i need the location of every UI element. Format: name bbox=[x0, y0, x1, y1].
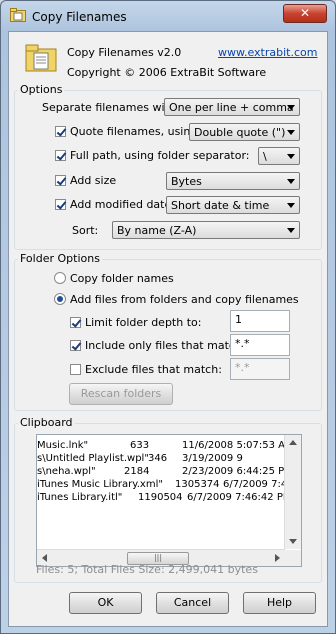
exclude-label: Exclude files that match: bbox=[85, 363, 222, 376]
close-button[interactable]: ✕ bbox=[283, 4, 327, 23]
cancel-button[interactable]: Cancel bbox=[156, 592, 229, 614]
list-item: iTunes Library.itl" 1190504 6/7/2009 7:4… bbox=[37, 492, 291, 504]
dialog-body: Copy Filenames v2.0 www.extrabit.com Cop… bbox=[8, 31, 328, 627]
options-group-label: Options bbox=[18, 83, 65, 96]
sort-select[interactable]: By name (Z-A) bbox=[112, 221, 300, 239]
file-date: 11/6/2008 5:07:53 AM bbox=[182, 440, 294, 451]
app-icon bbox=[10, 8, 26, 22]
title-bar[interactable]: Copy Filenames ✕ bbox=[1, 1, 335, 31]
file-date: 6/7/2009 7:4 bbox=[223, 479, 288, 490]
folder-options-group-label: Folder Options bbox=[18, 252, 102, 265]
list-item: Music.lnk" 633 11/6/2008 5:07:53 AM bbox=[37, 440, 294, 452]
folder-depth-input[interactable]: 1 bbox=[230, 310, 290, 332]
file-name: s\Untitled Playlist.wpl" bbox=[37, 453, 149, 464]
add-files-label: Add files from folders and copy filename… bbox=[70, 293, 299, 306]
date-format-select[interactable]: Short date & time bbox=[166, 196, 300, 214]
addsize-checkbox[interactable] bbox=[55, 175, 66, 186]
include-checkbox[interactable] bbox=[70, 340, 81, 351]
list-item: s\Untitled Playlist.wpl" 346 3/19/2009 9 bbox=[37, 453, 285, 465]
chevron-down-icon bbox=[287, 179, 295, 184]
file-size: 633 bbox=[130, 440, 150, 451]
file-date: 3/19/2009 9 bbox=[182, 453, 243, 464]
add-files-radio[interactable] bbox=[54, 293, 66, 305]
chevron-down-icon bbox=[287, 105, 295, 110]
fullpath-checkbox[interactable] bbox=[55, 150, 66, 161]
separate-label: Separate filenames with: bbox=[42, 101, 180, 114]
rescan-folders-button[interactable]: Rescan folders bbox=[69, 383, 173, 405]
file-date: 6/7/2009 7:46:42 PM bbox=[187, 492, 292, 503]
include-pattern-input[interactable]: *.* bbox=[230, 334, 290, 356]
quote-label: Quote filenames, using: bbox=[70, 125, 202, 138]
scroll-up-icon[interactable] bbox=[289, 440, 297, 445]
addsize-label: Add size bbox=[70, 174, 117, 187]
fullpath-label: Full path, using folder separator: bbox=[70, 149, 250, 162]
file-size: 346 bbox=[148, 453, 168, 464]
clipboard-list[interactable]: Music.lnk" 633 11/6/2008 5:07:53 AM s\Un… bbox=[36, 434, 302, 567]
copyright-text: Copyright © 2006 ExtraBit Software bbox=[67, 66, 267, 79]
separator-select[interactable]: One per line + comma bbox=[164, 98, 300, 116]
file-size: 1190504 bbox=[138, 492, 183, 503]
file-name: Music.lnk" bbox=[37, 440, 89, 451]
copy-folder-names-radio[interactable] bbox=[54, 272, 66, 284]
sort-label: Sort: bbox=[72, 224, 99, 237]
folder-icon bbox=[25, 44, 57, 72]
scroll-down-icon[interactable] bbox=[289, 539, 297, 544]
quote-select[interactable]: Double quote (") bbox=[189, 123, 300, 141]
ok-button[interactable]: OK bbox=[69, 592, 142, 614]
product-name: Copy Filenames v2.0 bbox=[67, 46, 182, 59]
file-name: iTunes Music Library.xml" bbox=[37, 479, 163, 490]
scroll-corner bbox=[285, 550, 301, 566]
quote-checkbox[interactable] bbox=[55, 126, 66, 137]
date-format-value: Short date & time bbox=[171, 199, 270, 212]
list-item: s\neha.wpl" 2184 2/23/2009 6:44:25 PM bbox=[37, 466, 293, 478]
vertical-scrollbar[interactable] bbox=[284, 435, 301, 549]
website-link[interactable]: www.extrabit.com bbox=[218, 46, 317, 59]
file-name: s\neha.wpl" bbox=[37, 466, 96, 477]
quote-select-value: Double quote (") bbox=[194, 126, 286, 139]
file-size: 2184 bbox=[124, 466, 150, 477]
scroll-right-icon[interactable] bbox=[275, 554, 280, 562]
exclude-pattern-input[interactable]: *.* bbox=[230, 358, 290, 380]
scroll-left-icon[interactable] bbox=[42, 554, 47, 562]
chevron-down-icon bbox=[287, 203, 295, 208]
file-name: iTunes Library.itl" bbox=[37, 492, 123, 503]
chevron-down-icon bbox=[287, 130, 295, 135]
limit-depth-checkbox[interactable] bbox=[70, 317, 81, 328]
clipboard-summary: Files: 5; Total Files Size: 2,499,041 by… bbox=[36, 563, 258, 576]
include-label: Include only files that match: bbox=[85, 339, 246, 352]
chevron-down-icon bbox=[287, 228, 295, 233]
separator-select-value: One per line + comma bbox=[169, 101, 294, 114]
size-unit-value: Bytes bbox=[171, 175, 202, 188]
addmod-checkbox[interactable] bbox=[55, 199, 66, 210]
chevron-down-icon bbox=[287, 154, 295, 159]
folder-separator-select[interactable]: \ bbox=[258, 147, 300, 165]
size-unit-select[interactable]: Bytes bbox=[166, 172, 300, 190]
limit-depth-label: Limit folder depth to: bbox=[85, 316, 202, 329]
help-button[interactable]: Help bbox=[243, 592, 316, 614]
folder-separator-value: \ bbox=[263, 150, 267, 163]
file-date: 2/23/2009 6:44:25 PM bbox=[182, 466, 293, 477]
clipboard-group-label: Clipboard bbox=[18, 416, 75, 429]
copy-filenames-window: Copy Filenames ✕ Copy Filenames v2.0 www… bbox=[0, 0, 336, 634]
exclude-checkbox[interactable] bbox=[70, 364, 81, 375]
window-title: Copy Filenames bbox=[32, 10, 127, 24]
copy-folder-names-label: Copy folder names bbox=[70, 272, 174, 285]
file-size: 1305374 bbox=[175, 479, 220, 490]
sort-select-value: By name (Z-A) bbox=[117, 224, 197, 237]
list-item: iTunes Music Library.xml" 1305374 6/7/20… bbox=[37, 479, 288, 491]
addmod-label: Add modified date bbox=[70, 198, 172, 211]
